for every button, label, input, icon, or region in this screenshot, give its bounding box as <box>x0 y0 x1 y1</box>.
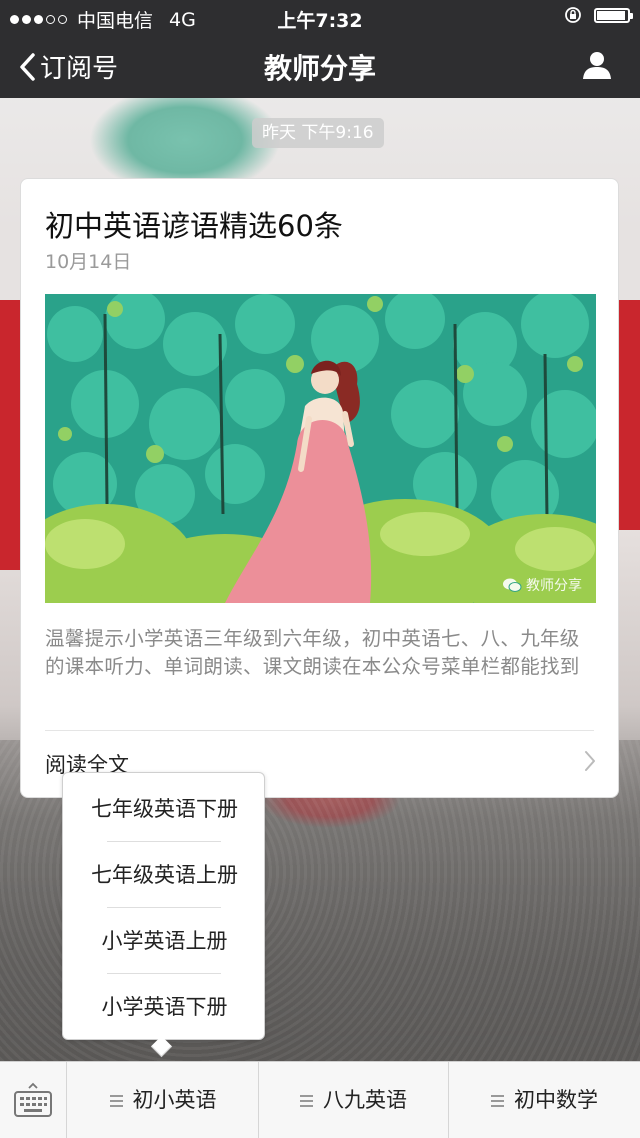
page-title: 教师分享 <box>263 52 376 85</box>
menu-tab-label: 初中数学 <box>514 1088 598 1112</box>
background-decoration <box>0 300 22 570</box>
person-icon <box>583 52 611 79</box>
watermark-label: 教师分享 <box>526 578 582 594</box>
profile-button[interactable] <box>582 50 612 84</box>
menu-tab-label: 八九英语 <box>323 1088 407 1112</box>
article-cover-image[interactable]: 教师分享 <box>45 294 596 603</box>
status-right <box>564 6 633 24</box>
submenu-item[interactable]: 小学英语上册 <box>63 908 266 974</box>
status-bar: 中国电信 4G 上午7:32 <box>0 0 640 34</box>
wechat-icon <box>503 578 522 592</box>
cover-illustration <box>45 294 596 603</box>
article-summary: 温馨提示小学英语三年级到六年级，初中英语七、八、九年级的课本听力、单词朗读、课文… <box>45 627 580 678</box>
submenu-item[interactable]: 七年级英语上册 <box>63 842 266 908</box>
status-time: 上午7:32 <box>277 10 363 32</box>
submenu-popup: 七年级英语下册 七年级英语上册 小学英语上册 小学英语下册 <box>62 772 265 1040</box>
article-title[interactable]: 初中英语谚语精选60条 <box>45 203 343 245</box>
keyboard-icon <box>14 1082 52 1117</box>
menu-tab-label: 初小英语 <box>132 1088 217 1112</box>
article-card[interactable]: 初中英语谚语精选60条 10月14日 教师分享 温馨提示小学英语三年级到六年级，… <box>20 178 619 798</box>
nav-bar: 订阅号 教师分享 <box>0 34 640 98</box>
background-decoration <box>618 300 640 530</box>
chevron-right-icon[interactable] <box>584 750 596 776</box>
menu-tab-primary-english[interactable]: 初小英语 <box>68 1062 258 1138</box>
menu-tab-junior-math[interactable]: 初中数学 <box>449 1062 640 1138</box>
image-watermark: 教师分享 <box>502 575 582 595</box>
keyboard-toggle-button[interactable] <box>0 1062 67 1138</box>
menu-lines-icon <box>300 1092 313 1110</box>
submenu-item[interactable]: 小学英语下册 <box>63 974 266 1040</box>
menu-lines-icon <box>109 1092 123 1110</box>
battery-fill <box>597 10 626 20</box>
battery-icon <box>594 7 633 23</box>
divider <box>45 730 594 731</box>
article-date: 10月14日 <box>45 251 132 273</box>
menu-lines-icon <box>491 1092 504 1110</box>
orientation-lock-icon <box>565 7 581 23</box>
menu-tab-grade89-english[interactable]: 八九英语 <box>259 1062 448 1138</box>
message-timestamp: 昨天 下午9:16 <box>252 118 384 148</box>
submenu-item[interactable]: 七年级英语下册 <box>63 776 266 842</box>
bottom-menu-bar: 初小英语 八九英语 初中数学 <box>0 1061 640 1138</box>
